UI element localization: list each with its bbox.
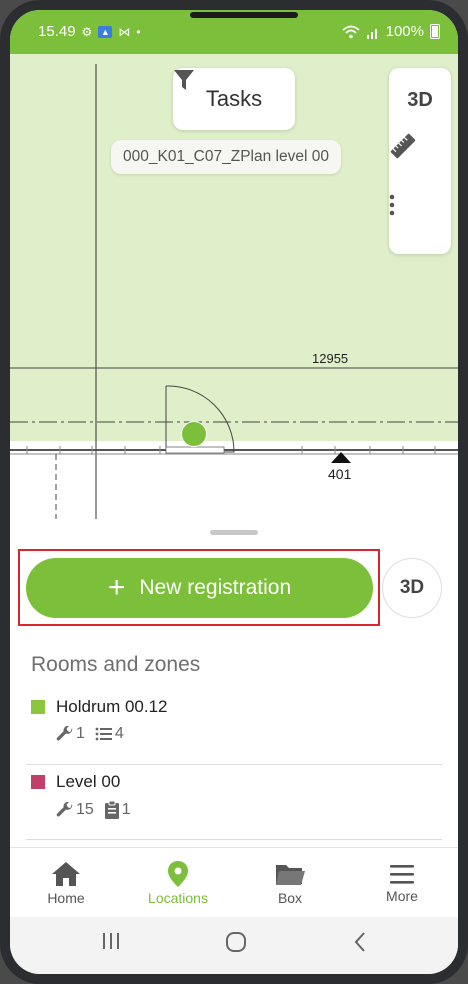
location-dot[interactable] [181,421,207,447]
battery-icon [430,24,440,39]
phone-frame: 15.49 ⚙ ▲ ⋈ • 100% 12955 401 Tasks 000_K… [0,0,468,984]
nav-box-label: Box [277,890,303,906]
status-time: 15.49 [38,23,76,40]
bottom-nav: Home Locations Box More [10,847,458,918]
plan-name-chip[interactable]: 000_K01_C07_ZPlan level 00 [111,140,341,174]
room-name: Holdrum 00.12 [56,697,168,716]
divider [26,839,442,840]
map-toolbar: 3D [389,68,451,254]
room-item[interactable]: Level 00 15 1 [10,766,458,840]
screen: 15.49 ⚙ ▲ ⋈ • 100% 12955 401 Tasks 000_K… [10,10,458,974]
wrench-icon [56,725,73,741]
plus-icon: + [107,571,126,604]
new-registration-label: New registration [139,576,292,599]
nav-home-label: Home [47,890,85,906]
home-icon [52,862,80,886]
tools-count: 1 [76,725,85,742]
dot-icon: • [136,24,141,39]
toolbar-3d-label: 3D [407,88,433,111]
nav-locations[interactable]: Locations [122,848,234,918]
divider [26,764,442,765]
gallery-icon: ▲ [98,25,113,38]
mail-icon: ⋈ [118,24,131,39]
signal-icon [366,28,377,39]
toolbar-3d-button[interactable]: 3D [389,70,451,130]
ruler-icon [390,133,416,159]
more-vertical-icon [389,194,395,216]
clipboard-icon [104,800,119,819]
filter-icon [174,70,194,90]
nav-home[interactable]: Home [10,848,122,918]
back-chevron-icon [354,932,365,952]
nav-box[interactable]: Box [234,848,346,918]
tools-count: 15 [76,801,94,818]
back-button[interactable] [352,931,368,959]
speaker-notch [190,12,298,18]
new-registration-button[interactable]: + New registration [26,558,373,618]
recent-apps-icon [103,933,119,949]
folder-icon [276,865,305,885]
sheet-grabber[interactable] [210,530,258,535]
floor-plan-map[interactable]: 12955 401 Tasks 000_K01_C07_ZPlan level … [10,54,458,519]
section-title: Rooms and zones [31,653,201,676]
room-color-swatch [31,775,45,789]
menu-icon [390,865,414,884]
ruler-button[interactable] [389,132,451,192]
system-nav-bar [10,917,458,974]
bottom-sheet: + New registration 3D Rooms and zones Ho… [10,519,458,847]
view-3d-label: 3D [399,577,425,598]
tasks-filter-label: Tasks [205,86,263,111]
battery-percent: 100% [385,23,424,40]
wrench-icon [56,801,73,817]
wifi-icon [342,25,360,38]
gear-icon: ⚙ [81,24,93,39]
nav-locations-label: Locations [148,890,208,906]
list-icon [95,727,112,741]
more-options-button[interactable] [389,194,451,254]
circle-home-icon [226,932,246,952]
nav-more[interactable]: More [346,848,458,918]
clipboard-count: 1 [121,801,131,818]
tasks-filter-button[interactable]: Tasks [173,68,295,130]
plan-name: 000_K01_C07_ZPlan level 00 [123,148,329,165]
room-color-swatch [31,700,45,714]
list-count: 4 [114,725,124,742]
view-3d-button[interactable]: 3D [382,558,442,618]
dimension-label: 12955 [312,351,349,366]
nav-more-label: More [386,888,418,904]
home-system-button[interactable] [225,931,247,959]
recent-apps-button[interactable] [100,931,122,957]
location-pin-icon [168,861,188,887]
marker-label: 401 [328,466,352,482]
room-name: Level 00 [56,772,121,791]
room-item[interactable]: Holdrum 00.12 1 4 [10,691,458,765]
